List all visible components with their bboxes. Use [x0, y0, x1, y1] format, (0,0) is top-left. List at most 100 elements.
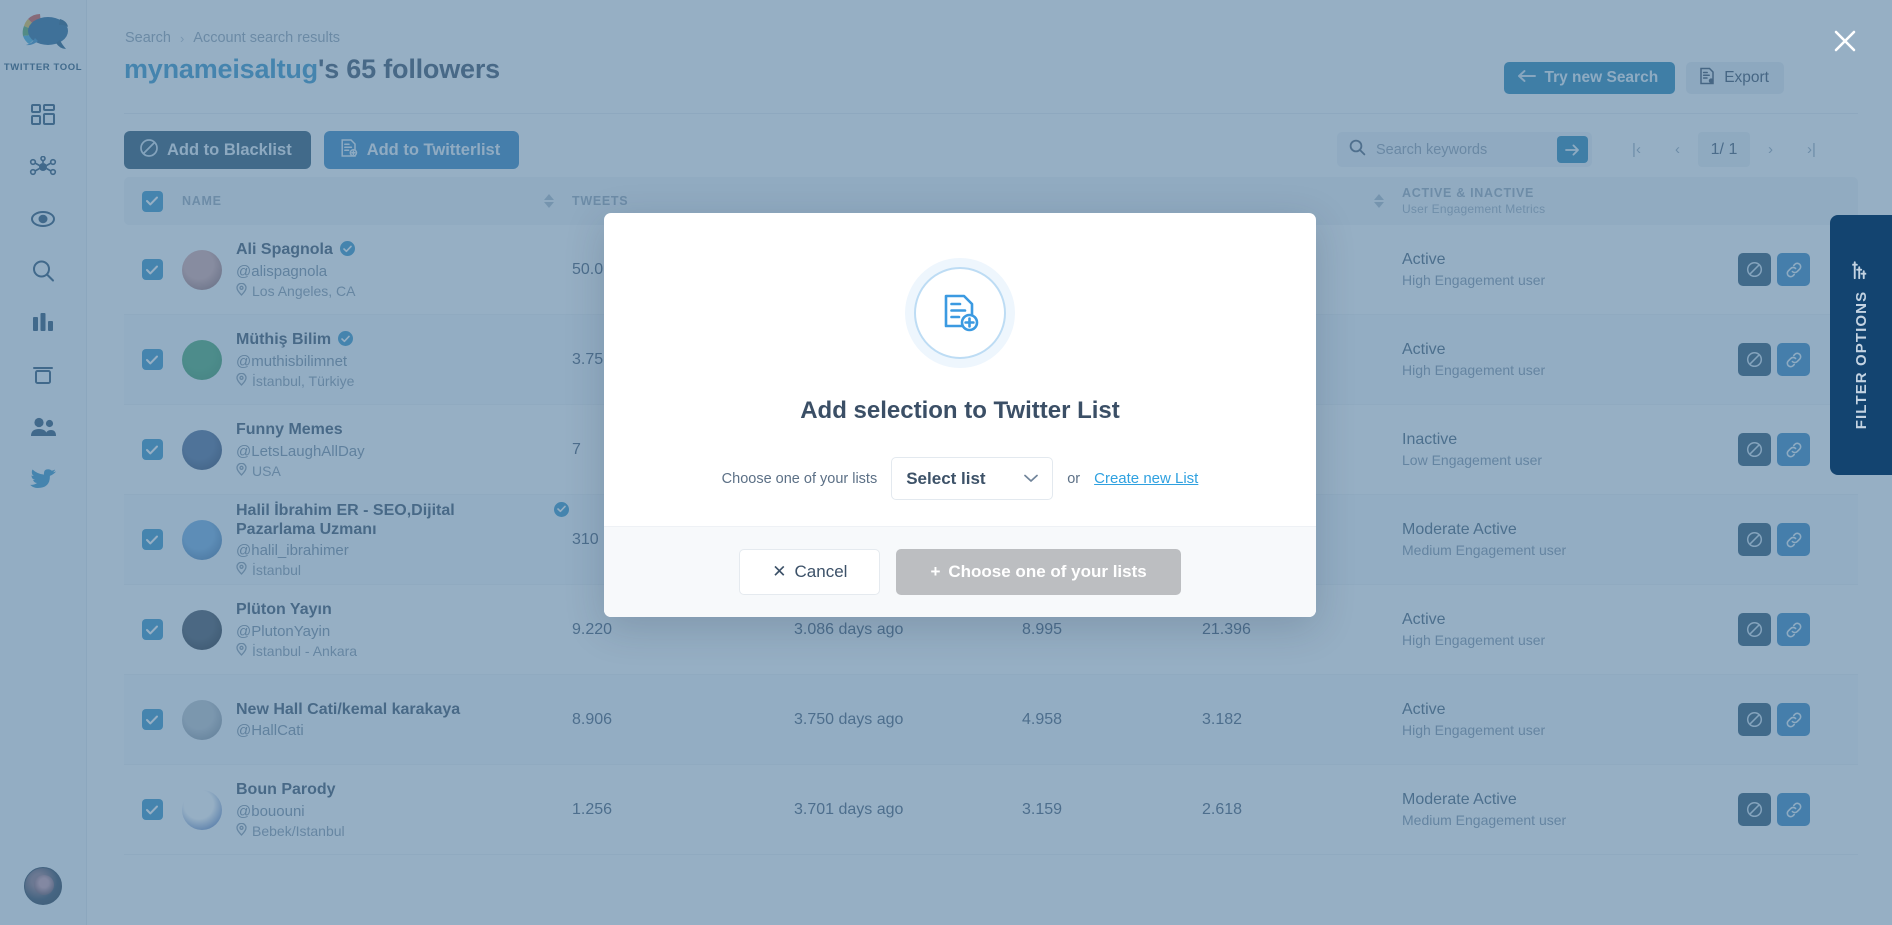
row-checkbox[interactable] — [141, 709, 163, 730]
app-logo[interactable]: TWITTER TOOL — [4, 12, 82, 73]
list-add-icon — [339, 138, 359, 163]
row-open-link-button[interactable] — [1777, 253, 1810, 286]
row-user-cell: Funny Memes @LetsLaughAllDay USA — [180, 420, 572, 479]
row-status: Moderate Active — [1402, 791, 1517, 808]
row-block-button[interactable] — [1738, 433, 1771, 466]
row-checkbox[interactable] — [141, 619, 163, 640]
sidebar-item-search[interactable] — [17, 255, 69, 287]
table-row[interactable]: Boun Parody @bououni Bebek/Istanbul 1.256 3.… — [124, 765, 1858, 855]
row-block-button[interactable] — [1738, 613, 1771, 646]
row-last-tweet: 3.750 days ago — [794, 710, 904, 728]
list-select[interactable]: Select list — [891, 457, 1054, 500]
row-select-cell — [124, 799, 180, 820]
row-checkbox[interactable] — [141, 529, 163, 550]
table-row[interactable]: New Hall Cati/kemal karakaya @HallCati 8.9… — [124, 675, 1858, 765]
filter-options-tab[interactable]: FILTER OPTIONS — [1830, 215, 1892, 475]
add-to-twitterlist-button[interactable]: Add to Twitterlist — [323, 131, 520, 169]
sidebar-item-analytics[interactable] — [17, 307, 69, 339]
search-submit-button[interactable] — [1557, 136, 1588, 163]
row-open-link-button[interactable] — [1777, 343, 1810, 376]
pagination-next-button[interactable]: › — [1750, 132, 1791, 167]
network-icon — [29, 156, 57, 178]
row-open-link-button[interactable] — [1777, 523, 1810, 556]
location-pin-icon — [236, 462, 247, 479]
sidebar-nav — [17, 99, 69, 495]
add-to-blacklist-button[interactable]: Add to Blacklist — [124, 131, 311, 169]
breadcrumb: Search › Account search results — [125, 30, 340, 46]
row-display-name: Boun Parody — [236, 781, 336, 799]
row-checkbox[interactable] — [141, 799, 163, 820]
row-open-link-button[interactable] — [1777, 433, 1810, 466]
row-checkbox[interactable] — [141, 259, 163, 280]
confirm-choose-list-button[interactable]: + Choose one of your lists — [896, 549, 1181, 595]
row-open-link-button[interactable] — [1777, 793, 1810, 826]
location-pin-icon — [236, 561, 247, 578]
row-checkbox[interactable] — [141, 439, 163, 460]
location-pin-icon — [236, 642, 247, 659]
try-new-search-button[interactable]: Try new Search — [1504, 62, 1676, 94]
dashboard-icon — [30, 103, 56, 127]
sidebar-item-archive[interactable] — [17, 359, 69, 391]
column-header-tweets[interactable]: TWEETS — [572, 194, 794, 208]
user-avatar[interactable] — [24, 867, 62, 905]
sidebar-item-target[interactable] — [17, 203, 69, 235]
export-button[interactable]: Export — [1686, 62, 1784, 94]
search-input[interactable] — [1376, 141, 1557, 158]
pagination-current: 1/ 1 — [1698, 132, 1750, 167]
row-engagement: Inactive Low Engagement user — [1402, 431, 1738, 468]
row-display-name: Ali Spagnola — [236, 241, 333, 259]
row-engagement-level: Low Engagement user — [1402, 452, 1543, 468]
row-display-name: Halil İbrahim ER - SEO,Dijital Pazarlama… — [236, 501, 455, 538]
row-engagement-level: High Engagement user — [1402, 272, 1546, 288]
chevron-down-icon — [1024, 470, 1039, 488]
pagination-prev-button[interactable]: ‹ — [1657, 132, 1698, 167]
row-select-cell — [124, 259, 180, 280]
breadcrumb-search[interactable]: Search — [125, 30, 171, 46]
sidebar-item-dashboard[interactable] — [17, 99, 69, 131]
search-box[interactable] — [1337, 132, 1592, 167]
row-location: USA — [236, 462, 365, 479]
row-select-cell — [124, 529, 180, 550]
sidebar-item-audience[interactable] — [17, 411, 69, 443]
row-open-link-button[interactable] — [1777, 613, 1810, 646]
row-engagement: Active High Engagement user — [1402, 341, 1738, 378]
plus-icon: + — [930, 562, 941, 581]
row-user-cell: New Hall Cati/kemal karakaya @HallCati — [180, 699, 572, 740]
select-all-checkbox[interactable] — [141, 190, 163, 212]
row-status: Inactive — [1402, 431, 1458, 448]
pagination-last-button[interactable]: ›| — [1791, 132, 1832, 167]
row-block-button[interactable] — [1738, 253, 1771, 286]
row-location: İstanbul, Türkiye — [236, 372, 354, 389]
row-block-button[interactable] — [1738, 523, 1771, 556]
close-button[interactable] — [1830, 26, 1860, 56]
row-tweets: 1.256 — [572, 800, 613, 818]
header-divider — [124, 113, 1858, 114]
row-block-button[interactable] — [1738, 703, 1771, 736]
row-select-cell — [124, 709, 180, 730]
try-new-search-label: Try new Search — [1544, 69, 1659, 86]
pagination-first-button[interactable]: |‹ — [1616, 132, 1657, 167]
bulk-action-toolbar: Add to Blacklist Add to Twitterlist — [124, 131, 520, 169]
select-all-cell — [124, 190, 180, 212]
row-block-button[interactable] — [1738, 343, 1771, 376]
column-header-engagement-label: ACTIVE & INACTIVE — [1402, 186, 1535, 200]
choose-list-label: Choose one of your lists — [721, 470, 878, 487]
sidebar-item-twitter[interactable] — [17, 463, 69, 495]
row-open-link-button[interactable] — [1777, 703, 1810, 736]
create-new-list-link[interactable]: Create new List — [1094, 470, 1198, 487]
row-block-button[interactable] — [1738, 793, 1771, 826]
row-user-cell: Müthiş Bilim @muthisbilimnet İstanbul, Tür… — [180, 330, 572, 389]
column-header-engagement: ACTIVE & INACTIVE User Engagement Metric… — [1402, 186, 1738, 216]
sidebar-item-network[interactable] — [17, 151, 69, 183]
column-header-name[interactable]: NAME — [180, 194, 572, 208]
add-to-blacklist-label: Add to Blacklist — [167, 140, 292, 159]
dialog-form: Choose one of your lists Select list or … — [721, 457, 1198, 500]
location-pin-icon — [236, 282, 247, 299]
row-engagement-level: Medium Engagement user — [1402, 812, 1567, 828]
row-checkbox[interactable] — [141, 349, 163, 370]
row-actions — [1738, 613, 1858, 646]
column-header-d[interactable] — [1202, 194, 1402, 208]
sort-name-icon[interactable] — [544, 194, 554, 208]
cancel-button[interactable]: ✕ Cancel — [739, 549, 881, 595]
sort-engagement-icon[interactable] — [1374, 194, 1384, 208]
